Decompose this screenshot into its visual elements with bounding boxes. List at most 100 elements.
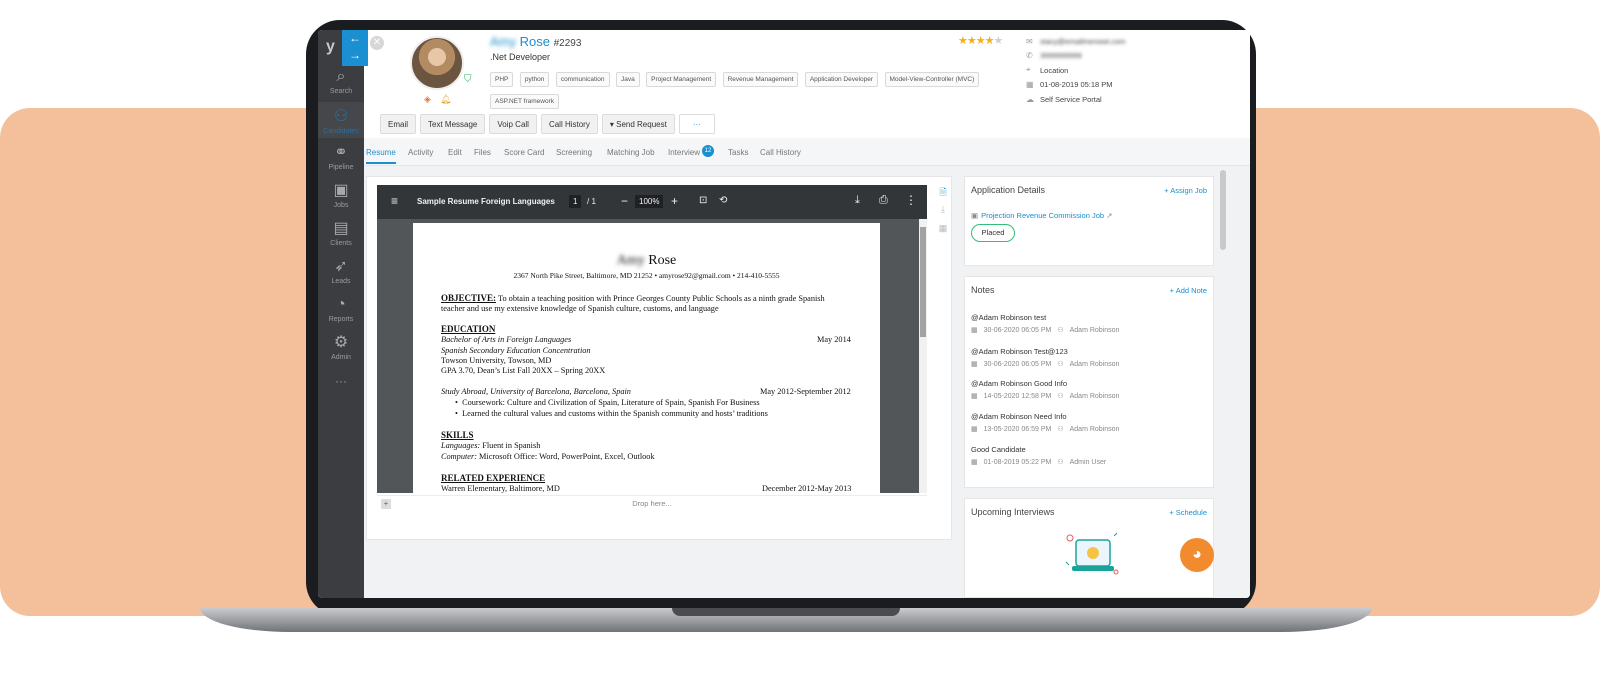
menu-icon[interactable]: ≡ <box>391 194 398 208</box>
document-icon[interactable]: 🗎︎ <box>937 185 949 204</box>
add-note-link[interactable]: + Add Note <box>1170 286 1207 295</box>
download-icon[interactable]: ⤓ <box>855 194 860 207</box>
note-item: @Adam Robinson test ▦ 30-06-2020 06:05 PM… <box>971 313 1120 334</box>
sidebar-item-jobs[interactable]: ▣ Jobs <box>318 182 364 209</box>
user-icon: ⚇ <box>1057 361 1064 368</box>
card-title: Upcoming Interviews <box>971 507 1055 517</box>
star-icon[interactable]: ★ <box>958 35 968 47</box>
card-title: Notes <box>971 285 995 295</box>
call-history-button[interactable]: Call History <box>540 114 598 134</box>
contact-source: Self Service Portal <box>1040 94 1102 104</box>
pdf-page-input[interactable]: 1 <box>569 195 582 208</box>
skills-heading: SKILLS <box>441 430 474 440</box>
status-badge[interactable]: Placed <box>971 224 1015 242</box>
briefcase-icon: ▣ <box>333 182 349 199</box>
sidebar-item-candidates[interactable]: ⚇ Candidates <box>318 102 364 138</box>
voip-call-button[interactable]: Voip Call <box>489 114 537 134</box>
tab-tasks[interactable]: Tasks <box>728 148 748 157</box>
resume-viewer: ≡ Sample Resume Foreign Languages 1 / 1 … <box>366 176 952 540</box>
contact-email[interactable]: stacy@emailmenowt.com <box>1040 37 1126 46</box>
location-icon: ⌖ <box>1026 65 1031 75</box>
star-icon[interactable]: ★ <box>994 35 1004 47</box>
tab-edit[interactable]: Edit <box>448 148 462 157</box>
objective-line-2: teacher and use my extensive knowledge o… <box>441 304 719 313</box>
sidebar-item-admin[interactable]: ⚙ Admin <box>318 334 364 361</box>
external-link-icon: ↗ <box>1106 211 1113 220</box>
tab-interview[interactable]: Interview 12 <box>668 145 715 157</box>
rating-stars[interactable]: ★★★★★ <box>958 34 1004 47</box>
tab-score-card[interactable]: Score Card <box>504 148 544 157</box>
text-message-button[interactable]: Text Message <box>420 114 486 134</box>
experience-heading: RELATED EXPERIENCE <box>441 473 546 483</box>
bullet-coursework: • Coursework: Culture and Civilization o… <box>455 398 760 407</box>
zoom-out-icon[interactable]: − <box>621 194 628 208</box>
skill-tag: Project Management <box>646 72 717 87</box>
print-icon[interactable]: ⎙ <box>879 194 888 207</box>
drop-zone[interactable]: + Drop here... <box>377 495 927 511</box>
fit-page-icon[interactable]: ⊡ <box>699 195 707 206</box>
rotate-icon[interactable]: ⟲ <box>719 195 727 206</box>
forward-arrow-icon[interactable]: → <box>342 47 368 64</box>
zoom-in-icon[interactable]: + <box>671 194 678 208</box>
bell-icon[interactable]: 🔔︎ <box>440 94 451 105</box>
back-arrow-icon[interactable]: ← <box>342 30 368 47</box>
sidebar-item-search[interactable]: ⌕ Search <box>318 68 364 95</box>
user-icon: ⚇ <box>1057 426 1064 433</box>
tag-icon[interactable]: ◈ <box>424 94 431 105</box>
scroll-thumb[interactable] <box>920 227 926 337</box>
note-item: @Adam Robinson Test@123 ▦ 30-06-2020 06:0… <box>971 347 1120 368</box>
objective: OBJECTIVE: To obtain a teaching position… <box>441 293 825 303</box>
app-logo: y <box>326 38 335 55</box>
notes-card: Notes + Add Note @Adam Robinson test ▦ 30… <box>964 276 1214 488</box>
more-vert-icon[interactable]: ⋮ <box>905 193 917 207</box>
experience-date: December 2012-May 2013 <box>762 484 852 493</box>
note-item: Good Candidate ▦ 01-08-2019 05:22 PM ⚇ Admi… <box>971 445 1107 466</box>
search-icon: ⌕ <box>336 68 346 85</box>
star-icon[interactable]: ★ <box>976 35 986 47</box>
send-request-button[interactable]: ▾ Send Request <box>601 114 675 134</box>
rocket-icon: ➶ <box>334 258 348 275</box>
tab-resume[interactable]: Resume <box>366 148 396 164</box>
calendar-icon: ▦ <box>971 327 978 334</box>
empty-state-illustration <box>1065 532 1119 575</box>
tab-matching-job[interactable]: Matching Job <box>607 148 655 157</box>
tab-activity[interactable]: Activity <box>408 148 433 157</box>
skill-tag: Application Developer <box>804 72 879 87</box>
email-button[interactable]: Email <box>380 114 417 134</box>
phone-icon: ✆ <box>1026 51 1033 61</box>
tab-call-history[interactable]: Call History <box>760 148 801 157</box>
pdf-zoom-level[interactable]: 100% <box>635 195 664 208</box>
pdf-scrollbar[interactable] <box>919 219 927 493</box>
contact-date: 01-08-2019 05:18 PM <box>1040 80 1113 90</box>
sidebar-more[interactable]: ··· <box>318 374 364 388</box>
tab-screening[interactable]: Screening <box>556 148 592 157</box>
close-icon[interactable]: ✕ <box>370 36 384 50</box>
schedule-link[interactable]: + Schedule <box>1169 508 1207 517</box>
clients-icon: ▤ <box>333 220 349 237</box>
star-icon[interactable]: ★ <box>967 35 977 47</box>
chat-icon[interactable]: ◕ <box>1180 538 1214 572</box>
sidebar-item-pipeline[interactable]: ⚭ Pipeline <box>318 144 364 171</box>
assign-job-link[interactable]: + Assign Job <box>1164 186 1207 195</box>
pdf-document[interactable]: Amy Rose 2367 North Pike Street, Baltimo… <box>377 219 927 493</box>
panel-scrollbar[interactable] <box>1220 170 1226 250</box>
contact-phone[interactable]: 3999999999 <box>1040 51 1082 60</box>
sidebar-item-leads[interactable]: ➶ Leads <box>318 258 364 285</box>
calendar-icon[interactable]: ▦ <box>937 223 949 242</box>
sidebar-item-clients[interactable]: ▤ Clients <box>318 220 364 247</box>
star-icon[interactable]: ★ <box>985 35 995 47</box>
user-icon: ⚇ <box>1057 393 1064 400</box>
application-details-card: Application Details + Assign Job ▣ Projec… <box>964 176 1214 266</box>
download-icon[interactable]: ⤓ <box>937 204 949 223</box>
nav-arrows[interactable]: ← → <box>342 30 368 66</box>
study-abroad: Study Abroad, University of Barcelona, B… <box>441 387 631 396</box>
tab-files[interactable]: Files <box>474 148 491 157</box>
add-file-icon[interactable]: + <box>381 499 391 509</box>
sidebar-item-reports[interactable]: ◔ Reports <box>318 296 364 323</box>
more-actions-button[interactable]: ··· <box>678 114 715 134</box>
candidate-name: Amy Rose #2293 <box>490 34 582 49</box>
education-concentration: Spanish Secondary Education Concentratio… <box>441 346 591 355</box>
job-link[interactable]: ▣ Projection Revenue Commission Job ↗ <box>971 211 1115 220</box>
calendar-icon: ▦ <box>971 393 978 400</box>
skill-tag: Model-View-Controller (MVC) <box>884 72 980 87</box>
